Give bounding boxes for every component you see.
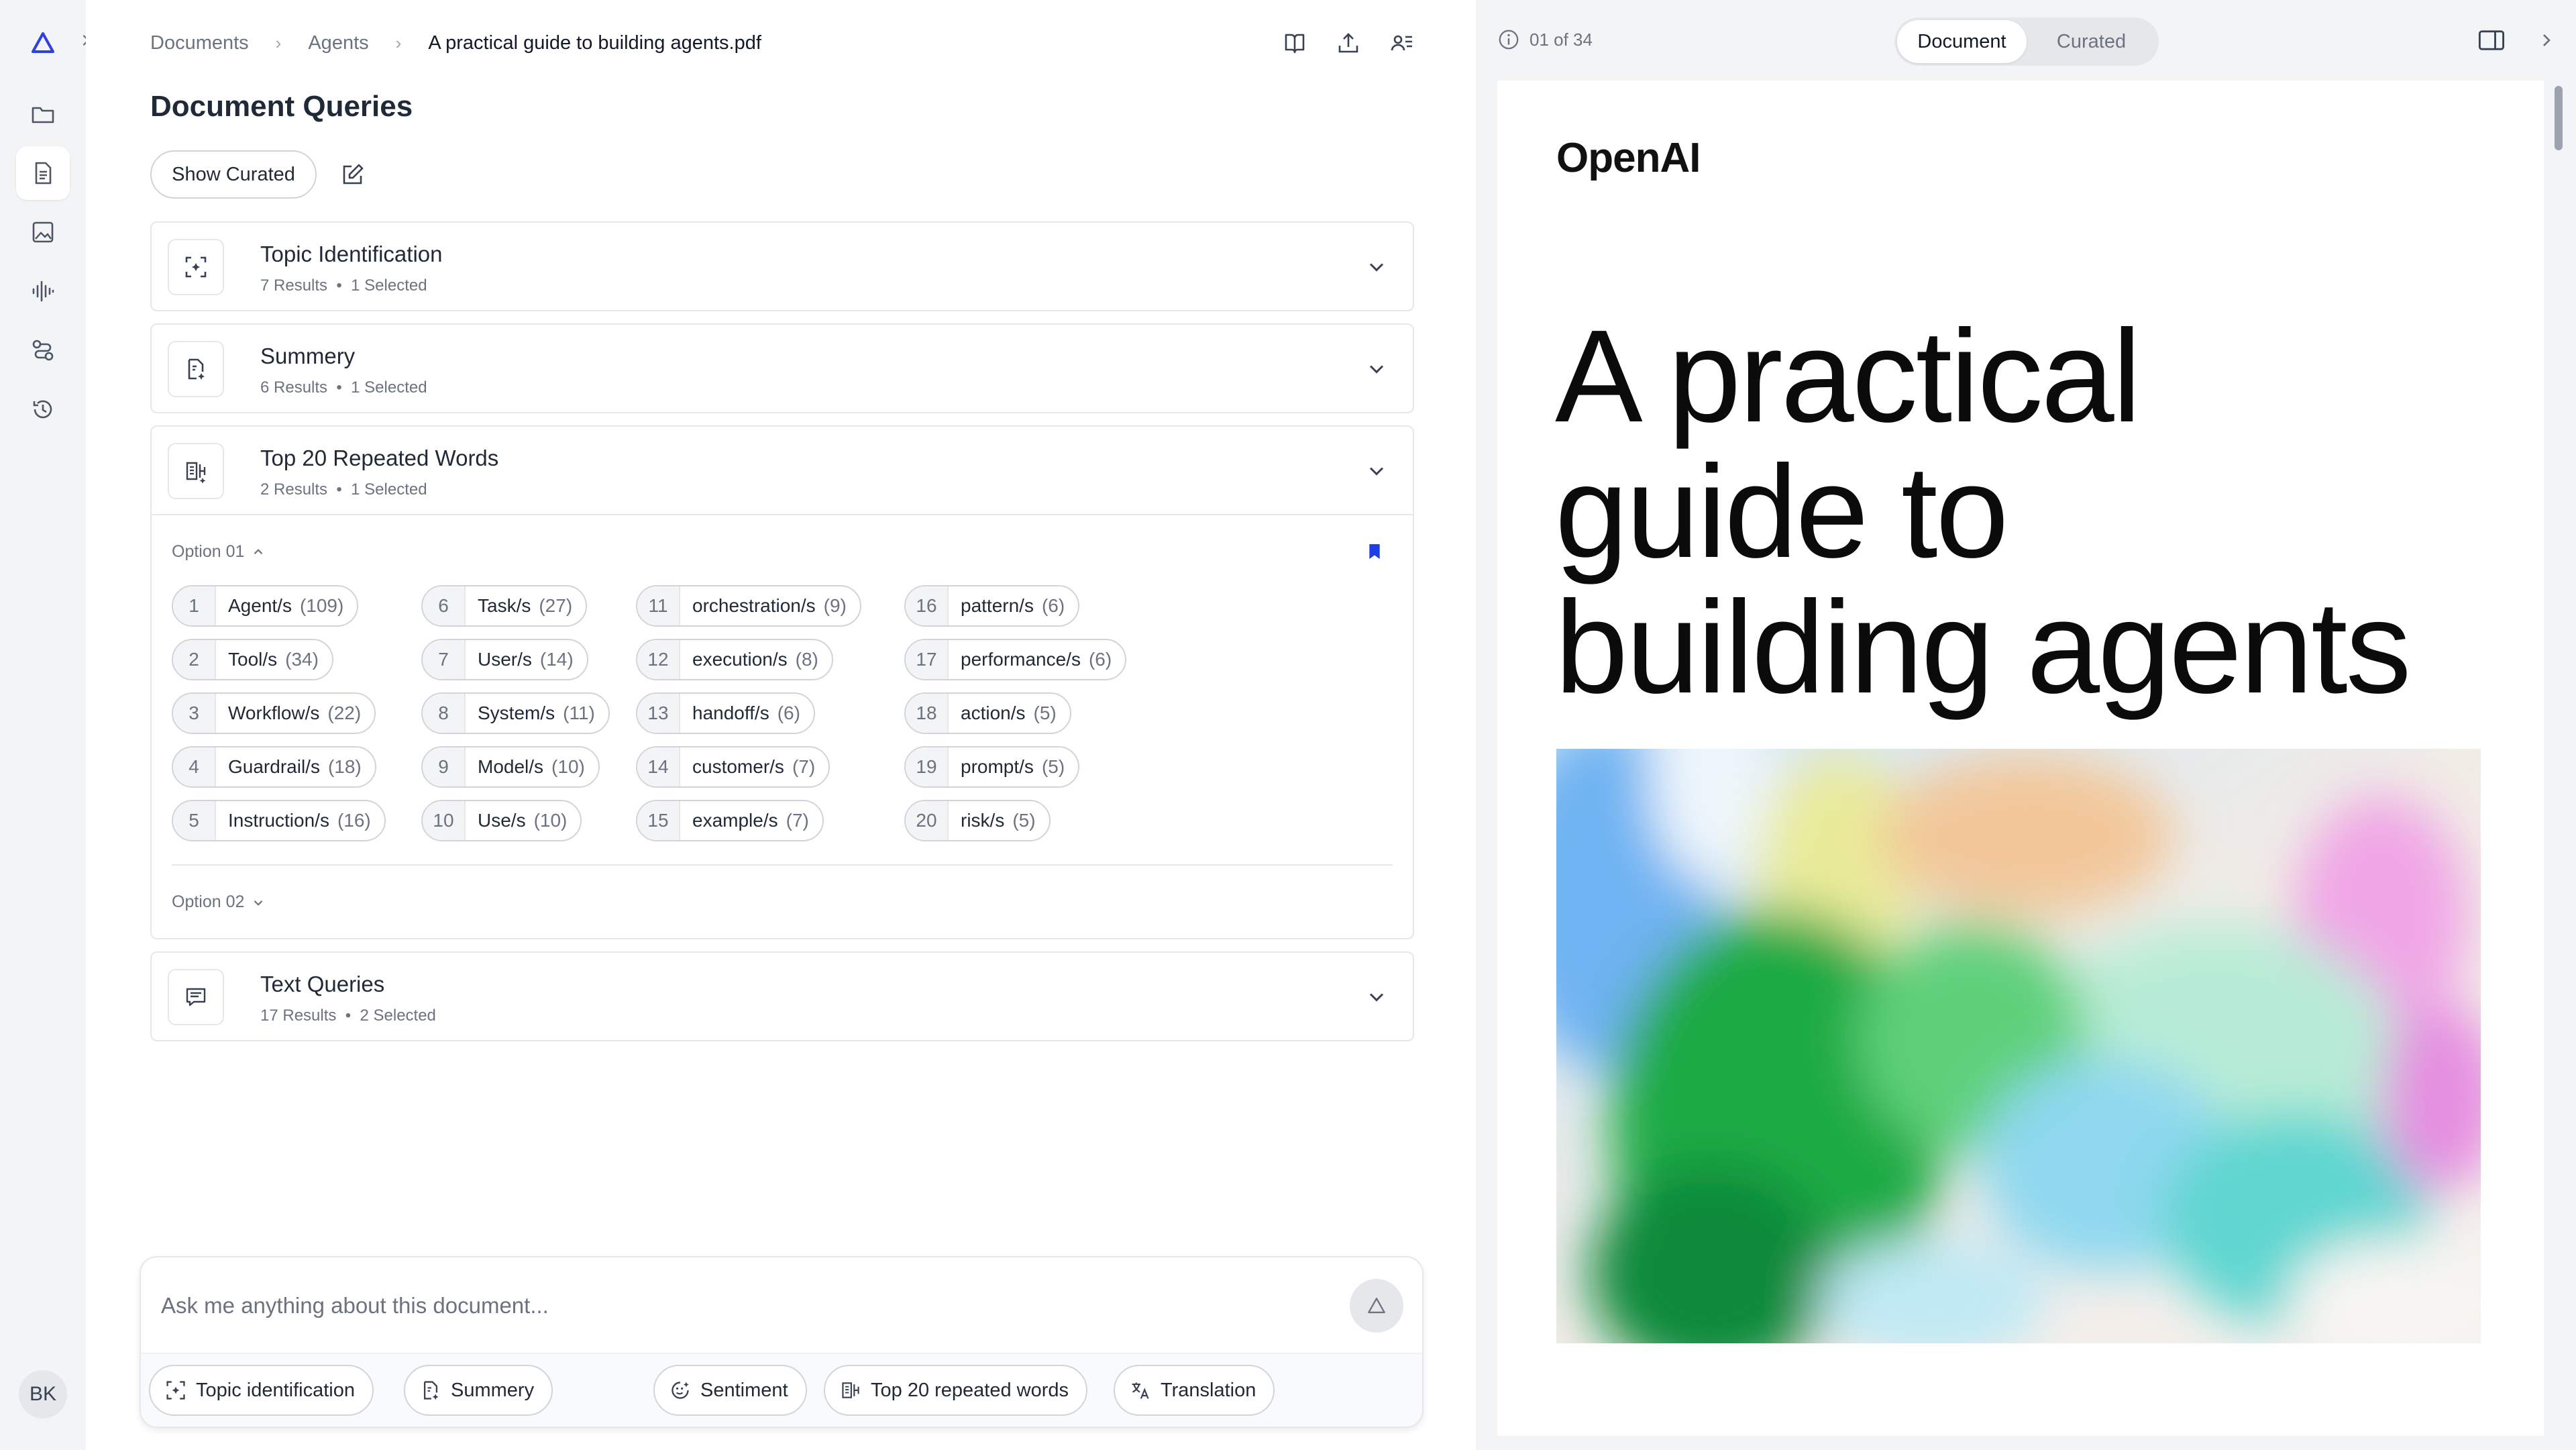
card-title: Text Queries	[260, 972, 385, 996]
top-20-repeated-words-card: Top 20 Repeated Words 2 Results • 1 Sele…	[150, 425, 1414, 939]
image-icon[interactable]	[16, 205, 70, 259]
word-pill[interactable]: 18 action/s (5)	[904, 692, 1071, 734]
summary-doc-icon	[168, 341, 224, 397]
tab-curated[interactable]: Curated	[2027, 20, 2156, 63]
upload-icon[interactable]	[1332, 27, 1364, 59]
option-02-toggle[interactable]: Option 02	[172, 892, 266, 912]
word-pill[interactable]: 15 example/s (7)	[636, 800, 824, 841]
word-pill[interactable]: 11 orchestration/s (9)	[636, 585, 861, 627]
word-pill[interactable]: 14 customer/s (7)	[636, 746, 830, 788]
chevron-up-icon	[254, 548, 263, 554]
main-panel: Documents › Agents › A practical guide t…	[86, 0, 1476, 1450]
breadcrumb-agents[interactable]: Agents	[308, 32, 368, 54]
card-title: Top 20 Repeated Words	[260, 446, 499, 470]
edit-icon[interactable]	[337, 158, 369, 191]
breadcrumb-documents[interactable]: Documents	[150, 32, 249, 54]
book-icon[interactable]	[1279, 27, 1311, 59]
text-queries-card[interactable]: Text Queries 17 Results • 2 Selected	[150, 951, 1414, 1041]
chip-sentiment[interactable]: Sentiment	[653, 1365, 807, 1416]
chat-composer: Topic identification Summery Sentiment T…	[140, 1256, 1424, 1428]
left-rail: BK	[0, 0, 90, 1450]
word-pill[interactable]: 17 performance/s (6)	[904, 639, 1127, 680]
workflow-icon[interactable]	[16, 323, 70, 377]
sentiment-icon	[672, 1382, 689, 1399]
word-pill[interactable]: 12 execution/s (8)	[636, 639, 833, 680]
chat-input[interactable]	[161, 1286, 1301, 1326]
word-count-icon	[168, 443, 224, 499]
info-icon[interactable]	[1497, 28, 1520, 51]
translate-icon	[1132, 1382, 1149, 1399]
document-viewer: 01 of 34 Document Curated OpenAI A pract…	[1476, 0, 2576, 1450]
breadcrumb-chevron-icon: ›	[395, 32, 402, 53]
card-subtitle: 2 Results • 1 Selected	[260, 480, 427, 499]
chip-top-20-repeated-words[interactable]: Top 20 repeated words	[824, 1365, 1088, 1416]
chevron-down-icon[interactable]	[1364, 255, 1389, 279]
send-triangle-icon	[1368, 1298, 1385, 1314]
chevron-down-icon[interactable]	[1364, 357, 1389, 381]
chevron-down-icon	[254, 900, 263, 906]
card-title: Topic Identification	[260, 242, 443, 266]
bookmark-icon[interactable]	[1367, 542, 1386, 564]
history-icon[interactable]	[16, 382, 70, 436]
pdf-logo: OpenAI	[1556, 135, 1701, 181]
word-pill[interactable]: 4 Guardrail/s (18)	[172, 746, 376, 788]
card-subtitle: 7 Results • 1 Selected	[260, 276, 427, 295]
chip-translation[interactable]: Translation	[1114, 1365, 1275, 1416]
scan-focus-icon	[166, 1381, 185, 1400]
chevron-down-icon[interactable]	[1364, 985, 1389, 1009]
breadcrumb-chevron-icon: ›	[275, 32, 282, 53]
text-query-icon	[168, 969, 224, 1025]
avatar[interactable]: BK	[19, 1370, 67, 1418]
side-panel-icon[interactable]	[2477, 25, 2509, 58]
word-pill[interactable]: 7 User/s (14)	[421, 639, 588, 680]
word-pill[interactable]: 8 System/s (11)	[421, 692, 610, 734]
divider	[172, 864, 1393, 866]
show-curated-button[interactable]: Show Curated	[150, 150, 317, 199]
card-title: Summery	[260, 344, 356, 368]
word-pill[interactable]: 6 Task/s (27)	[421, 585, 588, 627]
tab-document[interactable]: Document	[1897, 20, 2027, 63]
word-pill[interactable]: 16 pattern/s (6)	[904, 585, 1080, 627]
card-header[interactable]: Top 20 Repeated Words 2 Results • 1 Sele…	[152, 427, 1413, 515]
cover-image	[1556, 749, 2481, 1343]
logo-icon[interactable]	[16, 16, 70, 70]
pdf-title: A practical guide to building agents	[1555, 303, 2412, 721]
word-pill[interactable]: 3 Workflow/s (22)	[172, 692, 376, 734]
breadcrumb-current-file: A practical guide to building agents.pdf	[428, 32, 761, 54]
word-pill[interactable]: 10 Use/s (10)	[421, 800, 582, 841]
card-subtitle: 6 Results • 1 Selected	[260, 378, 427, 397]
word-pill[interactable]: 2 Tool/s (34)	[172, 639, 333, 680]
view-toggle: Document Curated	[1894, 17, 2159, 66]
chip-summery[interactable]: Summery	[404, 1365, 553, 1416]
chip-topic-identification[interactable]: Topic identification	[149, 1365, 374, 1416]
send-button[interactable]	[1350, 1279, 1403, 1333]
pdf-page: OpenAI A practical guide to building age…	[1497, 81, 2544, 1436]
folder-icon[interactable]	[16, 87, 70, 141]
word-pill[interactable]: 19 prompt/s (5)	[904, 746, 1080, 788]
word-pill[interactable]: 13 handoff/s (6)	[636, 692, 815, 734]
chevron-down-icon[interactable]	[1364, 459, 1389, 483]
user-list-icon[interactable]	[1386, 27, 1418, 59]
document-icon[interactable]	[16, 146, 70, 200]
word-pill[interactable]: 1 Agent/s (109)	[172, 585, 359, 627]
word-pill[interactable]: 5 Instruction/s (16)	[172, 800, 386, 841]
summery-card[interactable]: Summery 6 Results • 1 Selected	[150, 323, 1414, 413]
summary-doc-icon	[423, 1381, 439, 1400]
word-pill[interactable]: 9 Model/s (10)	[421, 746, 600, 788]
audio-wave-icon[interactable]	[16, 264, 70, 318]
page-title: Document Queries	[150, 90, 413, 123]
scrollbar[interactable]	[2555, 86, 2563, 150]
word-pill[interactable]: 20 risk/s (5)	[904, 800, 1051, 841]
chevron-right-icon[interactable]	[2536, 30, 2560, 54]
scan-focus-icon	[168, 239, 224, 295]
word-count-icon	[842, 1382, 859, 1398]
topic-identification-card[interactable]: Topic Identification 7 Results • 1 Selec…	[150, 221, 1414, 311]
card-subtitle: 17 Results • 2 Selected	[260, 1006, 436, 1025]
page-counter: 01 of 34	[1497, 28, 1593, 51]
option-01-toggle[interactable]: Option 01	[172, 542, 266, 562]
breadcrumb: Documents › Agents › A practical guide t…	[150, 30, 761, 56]
